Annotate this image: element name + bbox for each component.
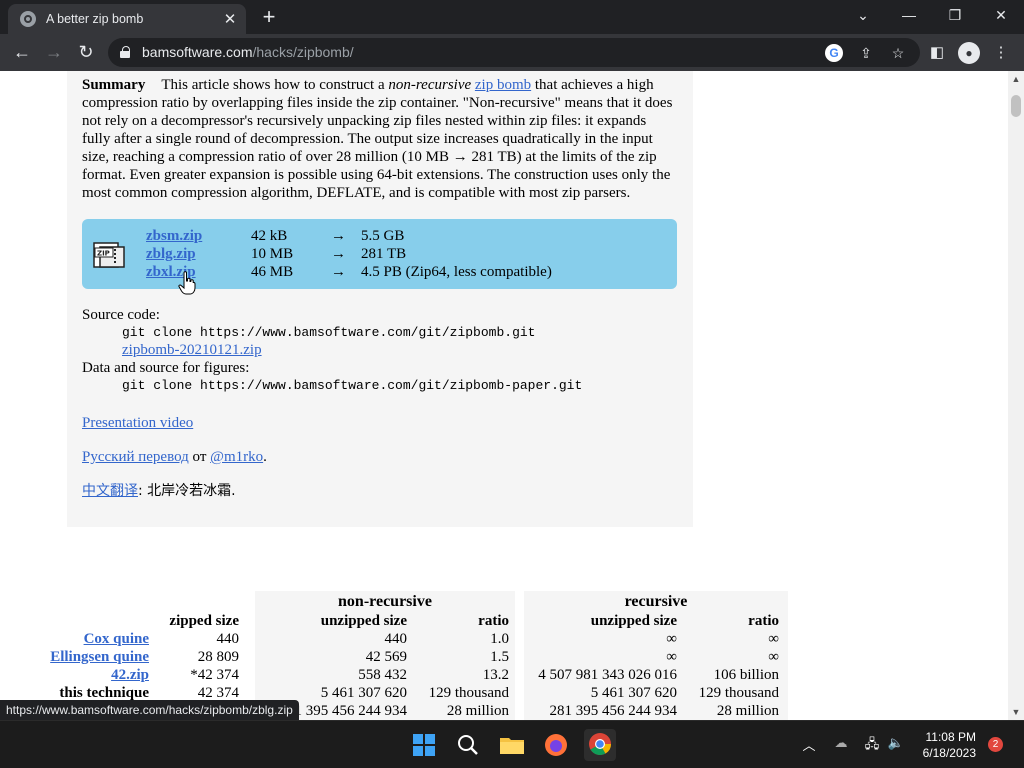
volume-icon[interactable]: 🔈 [886, 735, 906, 751]
title-bar: A better zip bomb ✕ + ⌄ — ❐ ✕ [0, 0, 1024, 34]
row-nr-unzipped: 440 [384, 631, 408, 647]
lock-icon[interactable] [120, 46, 130, 58]
browser-toolbar: ← → ↻ bamsoftware.com/hacks/zipbomb/ G ⇪… [0, 34, 1024, 71]
windows-taskbar: ︿ ☁ 🖧 🔈 11:08 PM 6/18/2023 [0, 720, 1024, 768]
row-nr-unzipped: 42 569 [365, 649, 407, 665]
group-header-recursive: recursive [624, 593, 688, 610]
row-zipped-size: 28 809 [197, 649, 239, 665]
data-label: Data and source for figures: [82, 360, 250, 376]
header-zipped-size: zipped size [169, 613, 239, 629]
file-explorer-icon[interactable] [496, 729, 528, 761]
row-name[interactable]: 42.zip [20, 666, 149, 684]
row-nr-unzipped: 558 432 [358, 667, 407, 683]
globe-icon [20, 11, 36, 27]
row-r-ratio: 106 billion [713, 667, 779, 683]
header-nr-unzipped: unzipped size [320, 613, 407, 629]
chinese-translation-link[interactable]: 中文翻译 [82, 483, 138, 499]
scroll-down-arrow-icon[interactable]: ▼ [1008, 704, 1024, 720]
page-scrollbar[interactable]: ▲ ▼ [1008, 71, 1024, 720]
profile-icon[interactable]: ● [958, 42, 980, 64]
m1rko-link[interactable]: @m1rko [210, 449, 263, 465]
scroll-up-arrow-icon[interactable]: ▲ [1008, 71, 1024, 87]
svg-text:ZIP: ZIP [97, 250, 110, 258]
source-git-command: git clone https://www.bamsoftware.com/gi… [122, 325, 536, 340]
restore-button[interactable]: ❐ [932, 0, 978, 30]
close-window-button[interactable]: ✕ [978, 0, 1024, 30]
row-name[interactable]: Ellingsen quine [20, 648, 149, 666]
system-clock[interactable]: 11:08 PM 6/18/2023 [906, 729, 976, 761]
tab-search-icon[interactable]: ⌄ [840, 0, 886, 30]
chinese-translation: 中文翻译: 北岸冷若冰霜. [82, 483, 236, 499]
firefox-icon[interactable] [540, 729, 572, 761]
row-nr-ratio: 1.0 [490, 631, 509, 647]
row-r-ratio: ∞ [768, 631, 779, 647]
zbsm-zip-link[interactable]: zbsm.zip [146, 228, 202, 245]
windows-start-icon[interactable] [408, 729, 440, 761]
bookmark-star-icon[interactable]: ☆ [889, 44, 907, 62]
notification-badge[interactable]: 2 [988, 737, 1003, 752]
share-icon[interactable]: ⇪ [857, 44, 875, 62]
downloads-box: ZIP zbsm.zip 42 kB → 5.5 GB zblg.zip 10 … [82, 219, 677, 289]
browser-tab[interactable]: A better zip bomb ✕ [8, 4, 246, 34]
forward-button[interactable]: → [40, 38, 68, 66]
header-r-ratio: ratio [748, 613, 779, 629]
row-name[interactable]: Cox quine [20, 630, 149, 648]
address-bar[interactable]: bamsoftware.com/hacks/zipbomb/ G ⇪ ☆ [108, 38, 920, 67]
chrome-icon[interactable] [584, 729, 616, 761]
web-page: Summary This article shows how to constru… [0, 71, 1008, 720]
source-label: Source code: [82, 307, 160, 323]
source-zip-link[interactable]: zipbomb-20210121.zip [122, 342, 262, 358]
row-r-ratio: 28 million [716, 703, 779, 719]
minimize-button[interactable]: — [886, 0, 932, 30]
zip-archive-icon: ZIP [93, 242, 125, 268]
row-r-ratio: 129 thousand [698, 685, 779, 701]
russian-translation-link[interactable]: Русский перевод [82, 449, 189, 465]
row-nr-ratio: 1.5 [490, 649, 509, 665]
hand-pointer-cursor-icon [178, 271, 196, 295]
url-text[interactable]: bamsoftware.com/hacks/zipbomb/ [142, 44, 354, 60]
google-lens-icon[interactable]: G [825, 44, 843, 62]
russian-translation: Русский перевод от @m1rko. [82, 449, 267, 465]
summary-paragraph: Summary This article shows how to constru… [82, 77, 673, 201]
link-status-bubble: https://www.bamsoftware.com/hacks/zipbom… [0, 700, 299, 720]
row-r-unzipped: 281 395 456 244 934 [549, 703, 678, 719]
onedrive-cloud-icon[interactable]: ☁ [831, 735, 851, 751]
abstract-box: Summary This article shows how to constru… [67, 71, 693, 527]
row-zipped-size: *42 374 [190, 667, 239, 683]
header-r-unzipped: unzipped size [590, 613, 677, 629]
summary-label: Summary [82, 77, 146, 93]
row-nr-ratio: 28 million [446, 703, 509, 719]
row-r-unzipped: ∞ [666, 631, 677, 647]
back-button[interactable]: ← [8, 38, 36, 66]
network-icon[interactable]: 🖧 [862, 735, 882, 757]
row-r-unzipped: ∞ [666, 649, 677, 665]
reload-button[interactable]: ↻ [72, 38, 100, 66]
close-tab-icon[interactable]: ✕ [220, 10, 240, 28]
header-nr-ratio: ratio [478, 613, 509, 629]
data-git-command: git clone https://www.bamsoftware.com/gi… [122, 378, 583, 393]
zip-bomb-link[interactable]: zip bomb [475, 77, 531, 93]
tray-overflow-chevron-icon[interactable]: ︿ [799, 735, 819, 754]
row-zipped-size: 440 [216, 631, 240, 647]
group-header-non-recursive: non-recursive [338, 593, 432, 610]
row-nr-ratio: 13.2 [482, 667, 509, 683]
side-panel-icon[interactable]: ◧ [926, 42, 948, 64]
row-nr-ratio: 129 thousand [428, 685, 509, 701]
presentation-video-link[interactable]: Presentation video [82, 415, 193, 431]
scroll-thumb[interactable] [1011, 95, 1021, 117]
row-r-unzipped: 5 461 307 620 [590, 685, 677, 701]
row-r-unzipped: 4 507 981 343 026 016 [538, 667, 677, 683]
menu-icon[interactable]: ⋮ [990, 42, 1012, 64]
source-section: Source code: git clone https://www.bamso… [82, 306, 678, 394]
zblg-zip-link[interactable]: zblg.zip [146, 246, 196, 263]
row-r-ratio: ∞ [768, 649, 779, 665]
search-icon[interactable] [452, 729, 484, 761]
tab-title: A better zip bomb [46, 12, 144, 26]
new-tab-button[interactable]: + [256, 5, 282, 31]
